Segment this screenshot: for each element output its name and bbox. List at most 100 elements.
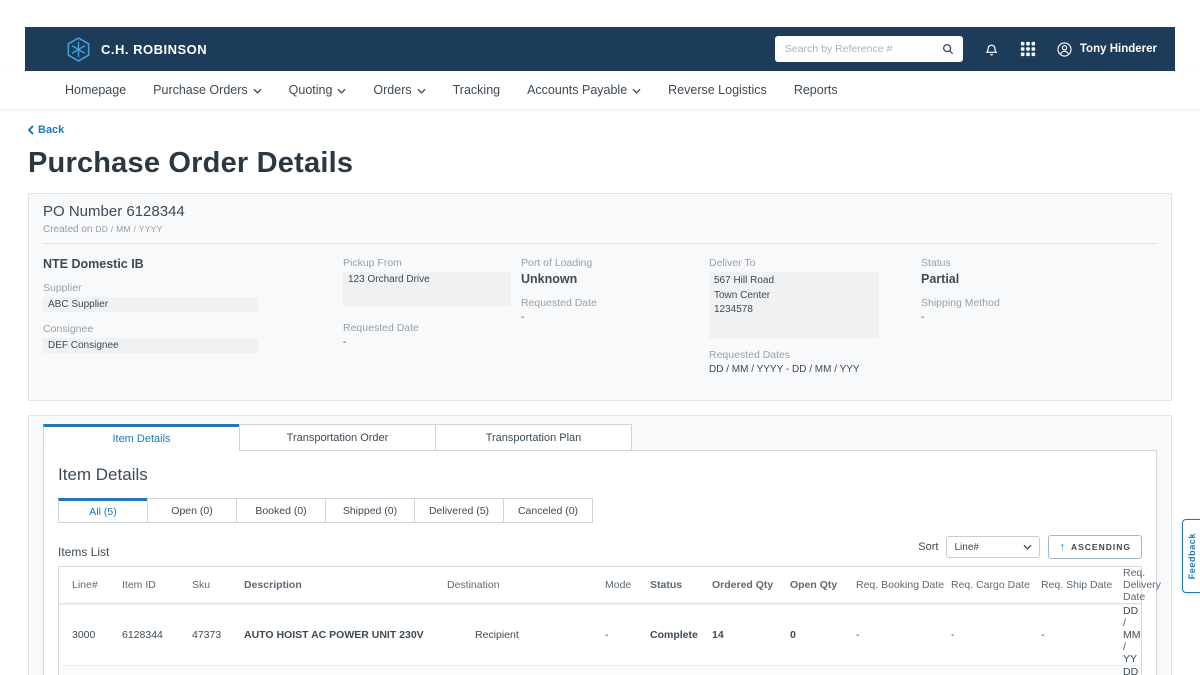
feedback-tab[interactable]: Feedback <box>1182 519 1200 593</box>
tab-item-details[interactable]: Item Details <box>43 424 240 451</box>
tab-transportation-order[interactable]: Transportation Order <box>239 424 436 451</box>
chevron-down-icon <box>337 88 346 94</box>
subtab-all-5[interactable]: All (5) <box>58 498 148 523</box>
pickup-from-value: 123 Orchard Drive <box>343 272 511 306</box>
created-on: Created on DD / MM / YYYY <box>43 224 1157 235</box>
po-summary-card: PO Number 6128344 Created on DD / MM / Y… <box>28 193 1172 401</box>
apps-grid-icon[interactable] <box>1020 41 1036 57</box>
nav-item-label: Accounts Payable <box>527 83 627 97</box>
tab-transportation-plan[interactable]: Transportation Plan <box>435 424 632 451</box>
table-row[interactable]: 400061283444739212V POWER UNIT ELEC LHL … <box>59 665 1141 675</box>
deliver-to-value: 567 Hill RoadTown Center1234578 <box>709 272 879 338</box>
brand[interactable]: C.H. ROBINSON <box>65 36 207 63</box>
subtab-booked-0[interactable]: Booked (0) <box>236 498 326 523</box>
nav-item-reverse-logistics[interactable]: Reverse Logistics <box>668 83 767 97</box>
subtab-shipped-0[interactable]: Shipped (0) <box>325 498 415 523</box>
search-icon[interactable] <box>941 42 955 61</box>
brand-logo-icon <box>65 36 92 63</box>
nav-item-orders[interactable]: Orders <box>373 83 425 97</box>
column-header-open-qty[interactable]: Open Qty <box>790 579 856 591</box>
sort-select-value: Line# <box>954 542 978 553</box>
ascending-button[interactable]: ↑ ASCENDING <box>1048 535 1142 559</box>
cell-status: Complete <box>650 629 712 641</box>
cell-sku: 47373 <box>192 629 244 641</box>
item-details-panel: Item Details All (5)Open (0)Booked (0)Sh… <box>43 450 1157 675</box>
po-header: PO Number 6128344 Created on DD / MM / Y… <box>43 203 1157 244</box>
nav-item-label: Tracking <box>453 83 500 97</box>
status-value: Partial <box>921 272 1157 286</box>
supplier-value: ABC Supplier <box>43 297 258 312</box>
main-nav: Homepage Purchase Orders Quoting Orders Trac… <box>0 71 1200 109</box>
table-row[interactable]: 3000612834447373AUTO HOIST AC POWER UNIT… <box>59 604 1141 665</box>
column-header-req-booking-date[interactable]: Req. Booking Date <box>856 579 951 591</box>
cell-destination: Recipient <box>447 629 605 641</box>
nav-item-label: Orders <box>373 83 411 97</box>
status-label: Status <box>921 257 1157 269</box>
deliver-to-label: Deliver To <box>709 257 921 269</box>
brand-name: C.H. ROBINSON <box>101 42 207 57</box>
pickup-requested-date-label: Requested Date <box>343 322 521 334</box>
column-header-line[interactable]: Line# <box>72 579 122 591</box>
notifications-bell-icon[interactable] <box>983 41 1000 58</box>
nav-item-homepage[interactable]: Homepage <box>65 83 126 97</box>
column-header-destination[interactable]: Destination <box>447 579 605 591</box>
chevron-down-icon <box>632 88 641 94</box>
user-menu[interactable]: Tony Hinderer <box>1056 41 1157 58</box>
nav-item-purchase-orders[interactable]: Purchase Orders <box>153 83 261 97</box>
deliver-to-line: 1234578 <box>714 303 874 318</box>
sort-select[interactable]: Line# <box>946 536 1040 558</box>
consignee-label: Consignee <box>43 323 343 335</box>
po-number: PO Number 6128344 <box>43 203 1157 220</box>
status-subtabs: All (5)Open (0)Booked (0)Shipped (0)Deli… <box>58 498 1142 523</box>
top-navbar: C.H. ROBINSON <box>25 27 1175 71</box>
port-of-loading-value: Unknown <box>521 272 709 286</box>
supplier-label: Supplier <box>43 282 343 294</box>
cell-req_ship: - <box>1041 629 1123 641</box>
subtab-delivered-5[interactable]: Delivered (5) <box>414 498 504 523</box>
column-header-req-delivery-date[interactable]: Req. Delivery Date <box>1123 567 1161 603</box>
cell-req_delivery: DD / MM / YY <box>1123 666 1141 675</box>
nav-item-accounts-payable[interactable]: Accounts Payable <box>527 83 641 97</box>
port-requested-date-label: Requested Date <box>521 297 709 309</box>
requested-dates-value: DD / MM / YYYY - DD / MM / YYY <box>709 364 921 375</box>
search-input[interactable] <box>775 36 963 62</box>
cell-req_cargo: - <box>951 629 1041 641</box>
column-header-req-ship-date[interactable]: Req. Ship Date <box>1041 579 1123 591</box>
chevron-down-icon <box>1023 544 1032 550</box>
chevron-down-icon <box>417 88 426 94</box>
arrow-up-icon: ↑ <box>1059 541 1066 553</box>
column-header-ordered-qty[interactable]: Ordered Qty <box>712 579 790 591</box>
nav-item-reports[interactable]: Reports <box>794 83 838 97</box>
deliver-to-line: Town Center <box>714 289 874 304</box>
subtab-canceled-0[interactable]: Canceled (0) <box>503 498 593 523</box>
subtab-open-0[interactable]: Open (0) <box>147 498 237 523</box>
order-type: NTE Domestic IB <box>43 257 343 271</box>
items-list-label: Items List <box>58 545 109 559</box>
cell-line: 3000 <box>72 629 122 641</box>
back-link[interactable]: Back <box>28 124 64 136</box>
shipping-method-label: Shipping Method <box>921 297 1157 309</box>
created-on-value: DD / MM / YYYY <box>95 224 162 234</box>
nav-item-tracking[interactable]: Tracking <box>453 83 500 97</box>
port-of-loading-label: Port of Loading <box>521 257 709 269</box>
nav-item-label: Quoting <box>289 83 333 97</box>
port-requested-date-value: - <box>521 312 709 323</box>
column-header-status[interactable]: Status <box>650 579 712 591</box>
cell-ordered_qty: 14 <box>712 629 790 641</box>
chevron-down-icon <box>253 88 262 94</box>
column-header-item-id[interactable]: Item ID <box>122 579 192 591</box>
ascending-label: ASCENDING <box>1071 542 1131 552</box>
consignee-value: DEF Consignee <box>43 338 258 353</box>
back-label: Back <box>38 124 64 136</box>
column-header-sku[interactable]: Sku <box>192 579 244 591</box>
nav-item-label: Reports <box>794 83 838 97</box>
nav-item-label: Homepage <box>65 83 126 97</box>
column-header-req-cargo-date[interactable]: Req. Cargo Date <box>951 579 1041 591</box>
column-header-description[interactable]: Description <box>244 579 447 591</box>
cell-mode: - <box>605 629 650 641</box>
nav-item-label: Purchase Orders <box>153 83 247 97</box>
nav-item-quoting[interactable]: Quoting <box>289 83 347 97</box>
column-header-mode[interactable]: Mode <box>605 579 650 591</box>
cell-item_id: 6128344 <box>122 629 192 641</box>
main-tabs: Item DetailsTransportation OrderTranspor… <box>43 424 1157 451</box>
